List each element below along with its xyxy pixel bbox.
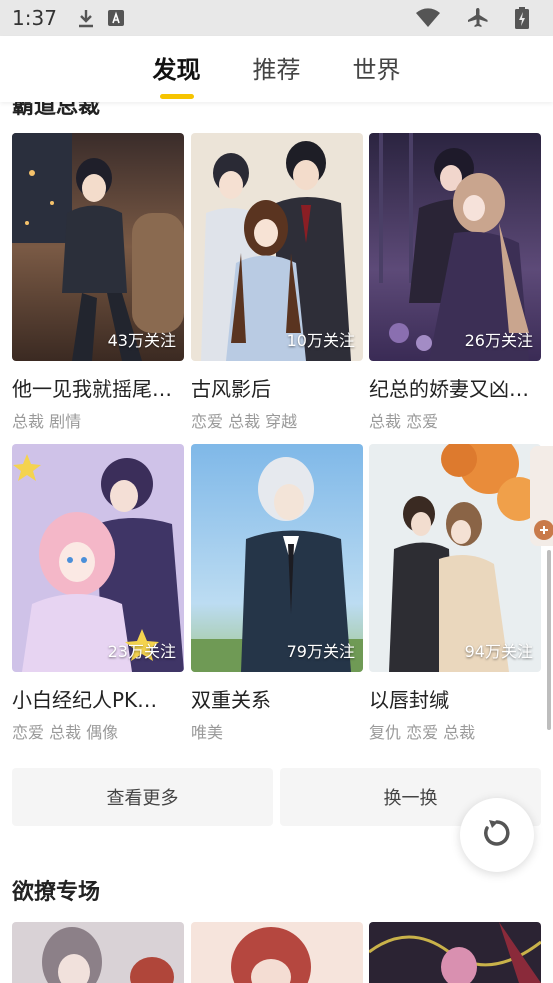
status-time: 1:37: [12, 6, 57, 30]
airplane-mode-icon: [467, 7, 489, 29]
comic-cover[interactable]: [191, 922, 363, 983]
comic-title[interactable]: 古风影后: [191, 373, 363, 402]
floating-widget[interactable]: [530, 446, 553, 546]
comic-cover[interactable]: 43万关注: [12, 133, 184, 361]
comic-title[interactable]: 以唇封缄: [369, 684, 541, 713]
scrollbar[interactable]: [547, 550, 551, 730]
section-title: 欲撩专场: [12, 880, 101, 905]
comic-tags: 恋爱 总裁 偶像: [12, 723, 119, 742]
wifi-icon: [415, 8, 441, 28]
comic-tags: 总裁 恋爱: [369, 412, 439, 431]
download-icon: [77, 8, 95, 28]
comic-tags: 总裁 剧情: [12, 412, 82, 431]
comic-title[interactable]: 双重关系: [191, 684, 363, 713]
comic-cover[interactable]: [12, 922, 184, 983]
follow-count: 43万关注: [107, 331, 176, 350]
keyboard-a-icon: [107, 9, 125, 27]
comic-cover[interactable]: [369, 922, 541, 983]
view-more-button[interactable]: 查看更多: [12, 768, 273, 826]
comic-tags: 复仇 恋爱 总裁: [369, 723, 476, 742]
tab-recommend[interactable]: 推荐: [253, 50, 301, 89]
tab-discover[interactable]: 发现: [153, 50, 201, 99]
comic-tags: 恋爱 总裁 穿越: [191, 412, 298, 431]
top-tab-bar: 发现 推荐 世界: [0, 36, 553, 102]
battery-charging-icon: [515, 7, 529, 29]
comic-card[interactable]: 23万关注 小白经纪人PK… 恋爱 总裁 偶像: [12, 444, 184, 743]
comic-tags: 唯美: [191, 723, 224, 742]
follow-count: 94万关注: [464, 642, 533, 661]
status-bar: 1:37: [0, 0, 553, 36]
follow-count: 26万关注: [464, 331, 533, 350]
comic-cover[interactable]: 94万关注: [369, 444, 541, 672]
follow-count: 23万关注: [107, 642, 176, 661]
tab-world[interactable]: 世界: [353, 50, 401, 89]
comic-cover[interactable]: 79万关注: [191, 444, 363, 672]
comic-card[interactable]: 94万关注 以唇封缄 复仇 恋爱 总裁: [369, 444, 541, 743]
comic-cover[interactable]: 10万关注: [191, 133, 363, 361]
comic-title[interactable]: 纪总的娇妻又凶…: [369, 373, 541, 402]
comic-cover[interactable]: 26万关注: [369, 133, 541, 361]
comic-card[interactable]: 79万关注 双重关系 唯美: [191, 444, 363, 743]
comic-card[interactable]: 26万关注 纪总的娇妻又凶… 总裁 恋爱: [369, 133, 541, 432]
refresh-button[interactable]: [460, 798, 534, 872]
comic-title[interactable]: 小白经纪人PK…: [12, 684, 184, 713]
comic-title[interactable]: 他一见我就摇尾…: [12, 373, 184, 402]
follow-count: 10万关注: [286, 331, 355, 350]
refresh-icon: [480, 816, 514, 854]
comic-card[interactable]: 43万关注 他一见我就摇尾… 总裁 剧情: [12, 133, 184, 432]
comic-card[interactable]: 10万关注 古风影后 恋爱 总裁 穿越: [191, 133, 363, 432]
follow-count: 79万关注: [286, 642, 355, 661]
comic-cover[interactable]: 23万关注: [12, 444, 184, 672]
